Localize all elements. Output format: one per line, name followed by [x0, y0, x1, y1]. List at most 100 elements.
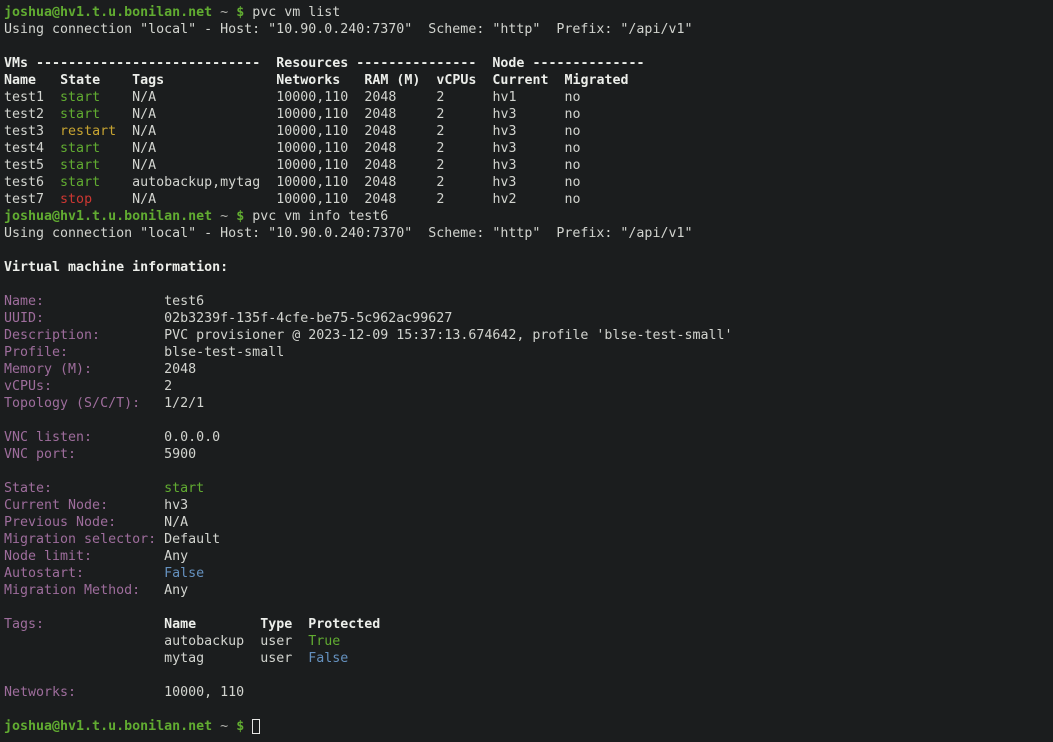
- vm-test2-migrated: no: [565, 107, 581, 122]
- tag-type: user: [260, 634, 292, 649]
- vm-test5-name: test5: [4, 158, 44, 173]
- info-label: UUID:: [4, 311, 44, 326]
- prompt-symbol: $: [236, 719, 244, 734]
- column-header-vcpus: vCPUs: [436, 73, 476, 88]
- info-value: PVC provisioner @ 2023-12-09 15:37:13.67…: [164, 328, 732, 343]
- vm-test5-state: start: [60, 158, 100, 173]
- info-label: State:: [4, 481, 52, 496]
- networks-value: 10000, 110: [164, 685, 244, 700]
- vm-info-title-text: Virtual machine information:: [4, 260, 228, 275]
- vm-test5-migrated: no: [565, 158, 581, 173]
- info-value: 5900: [164, 447, 196, 462]
- vm-test6-networks: 10000,110: [276, 175, 348, 190]
- info-field-profile: Profile: blse-test-small: [4, 344, 1053, 361]
- vm-test3-state: restart: [60, 124, 116, 139]
- group-header-resources: Resources: [276, 56, 348, 71]
- vm-test2-vcpus: 2: [436, 107, 444, 122]
- vm-test2-current: hv3: [492, 107, 516, 122]
- tags-column-header-protected: Protected: [308, 617, 380, 632]
- info-field-vcpus: vCPUs: 2: [4, 378, 1053, 395]
- vm-test6-ram: 2048: [364, 175, 396, 190]
- vm-test4-state: start: [60, 141, 100, 156]
- group-header-vms: VMs: [4, 56, 28, 71]
- networks-line: Networks: 10000, 110: [4, 684, 1053, 701]
- vm-test7-ram: 2048: [364, 192, 396, 207]
- tag-protected: False: [308, 651, 348, 666]
- prompt-user-host: joshua@hv1.t.u.bonilan.net: [4, 719, 212, 734]
- column-header-networks: Networks: [276, 73, 340, 88]
- vm-test2-ram: 2048: [364, 107, 396, 122]
- info-value: 0.0.0.0: [164, 430, 220, 445]
- vm-test3-ram: 2048: [364, 124, 396, 139]
- vm-list-row-test6: test6 start autobackup,mytag 10000,110 2…: [4, 174, 1053, 191]
- vm-test2-state: start: [60, 107, 100, 122]
- info-label: VNC port:: [4, 447, 76, 462]
- info-field-migration-selector: Migration selector: Default: [4, 531, 1053, 548]
- vm-list-row-test3: test3 restart N/A 10000,110 2048 2 hv3 n…: [4, 123, 1053, 140]
- info-field-migration-method: Migration Method: Any: [4, 582, 1053, 599]
- info-value: False: [164, 566, 204, 581]
- terminal-cursor: [252, 719, 260, 734]
- vm-test3-tags: N/A: [132, 124, 156, 139]
- info-field-topology-s-c-t: Topology (S/C/T): 1/2/1: [4, 395, 1053, 412]
- vm-test1-state: start: [60, 90, 100, 105]
- info-label: VNC listen:: [4, 430, 92, 445]
- info-field-state: State: start: [4, 480, 1053, 497]
- vm-test6-current: hv3: [492, 175, 516, 190]
- vm-test5-vcpus: 2: [436, 158, 444, 173]
- vm-test7-name: test7: [4, 192, 44, 207]
- terminal-window[interactable]: joshua@hv1.t.u.bonilan.net ~ $ pvc vm li…: [0, 0, 1053, 742]
- info-value: Default: [164, 532, 220, 547]
- info-label: Description:: [4, 328, 100, 343]
- vm-test7-vcpus: 2: [436, 192, 444, 207]
- blank-line: [4, 463, 1053, 480]
- info-value: start: [164, 481, 204, 496]
- vm-test6-vcpus: 2: [436, 175, 444, 190]
- desktop: { "colors": { "background": "#1b1d1e", "…: [0, 0, 1053, 742]
- info-label: Topology (S/C/T):: [4, 396, 140, 411]
- column-header-state: State: [60, 73, 100, 88]
- networks-label: Networks:: [4, 685, 76, 700]
- info-field-name: Name: test6: [4, 293, 1053, 310]
- vm-test7-migrated: no: [565, 192, 581, 207]
- vm-test3-migrated: no: [565, 124, 581, 139]
- vm-test4-current: hv3: [492, 141, 516, 156]
- vm-list-row-test1: test1 start N/A 10000,110 2048 2 hv1 no: [4, 89, 1053, 106]
- info-label: Profile:: [4, 345, 68, 360]
- column-header-current: Current: [492, 73, 548, 88]
- prompt-user-host: joshua@hv1.t.u.bonilan.net: [4, 209, 212, 224]
- vm-test5-tags: N/A: [132, 158, 156, 173]
- vm-list-row-test4: test4 start N/A 10000,110 2048 2 hv3 no: [4, 140, 1053, 157]
- vm-test4-migrated: no: [565, 141, 581, 156]
- vm-test3-vcpus: 2: [436, 124, 444, 139]
- column-header-tags: Tags: [132, 73, 164, 88]
- info-value: N/A: [164, 515, 188, 530]
- column-header-ram: RAM (M): [364, 73, 420, 88]
- tags-row-autobackup: autobackup user True: [4, 633, 1053, 650]
- info-value: hv3: [164, 498, 188, 513]
- vm-test4-ram: 2048: [364, 141, 396, 156]
- tags-label: Tags:: [4, 617, 44, 632]
- tag-type: user: [260, 651, 292, 666]
- prompt-symbol: $: [236, 5, 244, 20]
- vm-test5-networks: 10000,110: [276, 158, 348, 173]
- vm-test7-networks: 10000,110: [276, 192, 348, 207]
- vm-list-row-test5: test5 start N/A 10000,110 2048 2 hv3 no: [4, 157, 1053, 174]
- prompt-line-vm-info: joshua@hv1.t.u.bonilan.net ~ $ pvc vm in…: [4, 208, 1053, 225]
- info-value: Any: [164, 549, 188, 564]
- blank-line: [4, 38, 1053, 55]
- column-header-migrated: Migrated: [564, 73, 628, 88]
- info-value: 2048: [164, 362, 196, 377]
- tags-column-header-type: Type: [260, 617, 292, 632]
- vm-test3-current: hv3: [492, 124, 516, 139]
- vms-separator-dashes: ----------------------------: [36, 56, 260, 71]
- resources-separator-dashes: ---------------: [356, 56, 476, 71]
- vm-test3-name: test3: [4, 124, 44, 139]
- info-field-description: Description: PVC provisioner @ 2023-12-0…: [4, 327, 1053, 344]
- vm-test7-tags: N/A: [132, 192, 156, 207]
- info-field-vnc-port: VNC port: 5900: [4, 446, 1053, 463]
- info-label: Previous Node:: [4, 515, 116, 530]
- tags-row-mytag: mytag user False: [4, 650, 1053, 667]
- info-label: Migration selector:: [4, 532, 156, 547]
- info-value: 2: [164, 379, 172, 394]
